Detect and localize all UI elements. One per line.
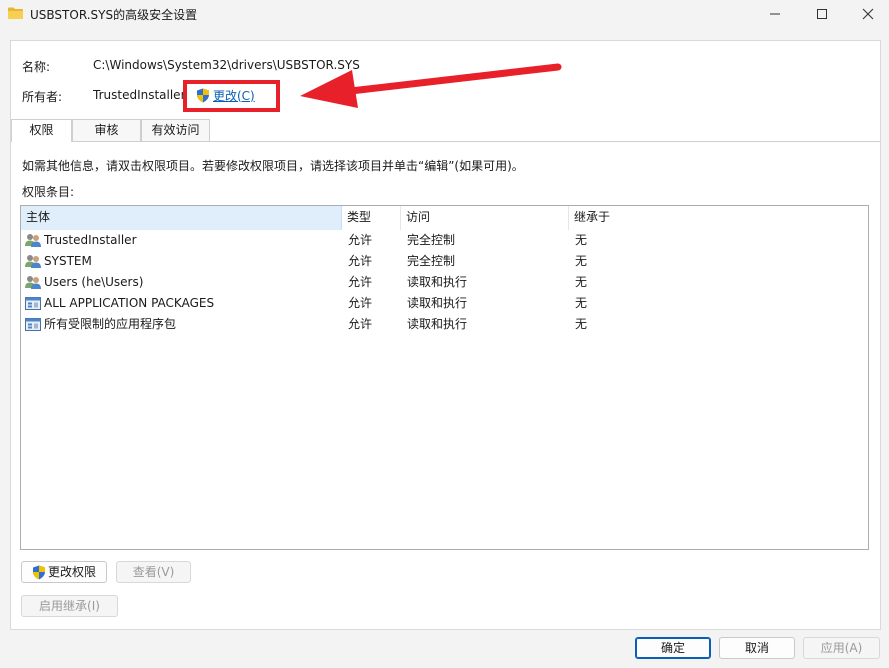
entry-access: 读取和执行 xyxy=(407,275,468,289)
principal-name: Users (he\Users) xyxy=(44,275,144,289)
cancel-button[interactable]: 取消 xyxy=(719,637,795,659)
window-title: USBSTOR.SYS的高级安全设置 xyxy=(30,8,198,22)
tab-divider xyxy=(11,141,880,142)
info-text: 如需其他信息，请双击权限项目。若要修改权限项目，请选择该项目并单击“编辑”(如果… xyxy=(22,159,524,173)
table-row[interactable]: TrustedInstaller 允许 完全控制 无 xyxy=(21,230,868,251)
entry-type: 允许 xyxy=(348,254,373,268)
tab-effective-access[interactable]: 有效访问 xyxy=(141,119,210,141)
close-button[interactable] xyxy=(845,0,889,28)
annotation-arrow xyxy=(300,63,562,108)
entry-access: 读取和执行 xyxy=(407,317,468,331)
annotation-highlight-box xyxy=(183,80,280,112)
ok-button[interactable]: 确定 xyxy=(635,637,711,659)
tab-permissions[interactable]: 权限 xyxy=(11,119,72,142)
enable-inheritance-button[interactable]: 启用继承(I) xyxy=(21,595,118,617)
principal-name: 所有受限制的应用程序包 xyxy=(44,317,177,331)
entry-type: 允许 xyxy=(348,233,373,247)
table-row[interactable]: ALL APPLICATION PACKAGES 允许 读取和执行 无 xyxy=(21,293,868,314)
entry-access: 读取和执行 xyxy=(407,296,468,310)
app-packages-icon xyxy=(25,318,41,331)
minimize-button[interactable] xyxy=(752,0,798,28)
view-button[interactable]: 查看(V) xyxy=(116,561,191,583)
owner-label: 所有者: xyxy=(22,90,63,104)
permission-entries-list[interactable]: 主体 类型 访问 继承于 TrustedInstaller 允许 完全控制 无 … xyxy=(20,205,869,550)
minimize-icon xyxy=(770,13,780,15)
table-row[interactable]: Users (he\Users) 允许 读取和执行 无 xyxy=(21,272,868,293)
column-header-access[interactable]: 访问 xyxy=(401,206,569,230)
table-row[interactable]: SYSTEM 允许 完全控制 无 xyxy=(21,251,868,272)
maximize-icon xyxy=(817,9,827,19)
entry-inherited-from: 无 xyxy=(575,275,588,289)
entry-inherited-from: 无 xyxy=(575,233,588,247)
users-icon xyxy=(25,276,41,289)
entry-inherited-from: 无 xyxy=(575,317,588,331)
entry-access: 完全控制 xyxy=(407,233,456,247)
entry-access: 完全控制 xyxy=(407,254,456,268)
folder-icon xyxy=(8,7,23,19)
uac-shield-icon xyxy=(32,565,45,579)
tab-auditing[interactable]: 审核 xyxy=(72,119,141,141)
column-header-inherited-from[interactable]: 继承于 xyxy=(569,206,868,230)
column-header-principal[interactable]: 主体 xyxy=(21,206,342,230)
change-permissions-button[interactable]: 更改权限 xyxy=(21,561,107,583)
principal-name: ALL APPLICATION PACKAGES xyxy=(44,296,215,310)
entry-type: 允许 xyxy=(348,317,373,331)
entry-type: 允许 xyxy=(348,275,373,289)
column-header-type[interactable]: 类型 xyxy=(342,206,401,230)
title-bar: USBSTOR.SYS的高级安全设置 xyxy=(0,0,889,28)
app-packages-icon xyxy=(25,297,41,310)
table-row[interactable]: 所有受限制的应用程序包 允许 读取和执行 无 xyxy=(21,314,868,335)
users-icon xyxy=(25,255,41,268)
entry-inherited-from: 无 xyxy=(575,254,588,268)
principal-name: TrustedInstaller xyxy=(44,233,137,247)
list-header: 主体 类型 访问 继承于 xyxy=(21,206,868,230)
maximize-button[interactable] xyxy=(799,0,845,28)
principal-name: SYSTEM xyxy=(44,254,92,268)
name-label: 名称: xyxy=(22,60,51,74)
permission-entries-label: 权限条目: xyxy=(22,185,75,199)
users-icon xyxy=(25,234,41,247)
close-icon xyxy=(862,8,874,20)
entry-inherited-from: 无 xyxy=(575,296,588,310)
owner-value: TrustedInstaller xyxy=(93,88,186,102)
change-permissions-label: 更改权限 xyxy=(47,565,96,579)
entry-type: 允许 xyxy=(348,296,373,310)
apply-button[interactable]: 应用(A) xyxy=(803,637,880,659)
